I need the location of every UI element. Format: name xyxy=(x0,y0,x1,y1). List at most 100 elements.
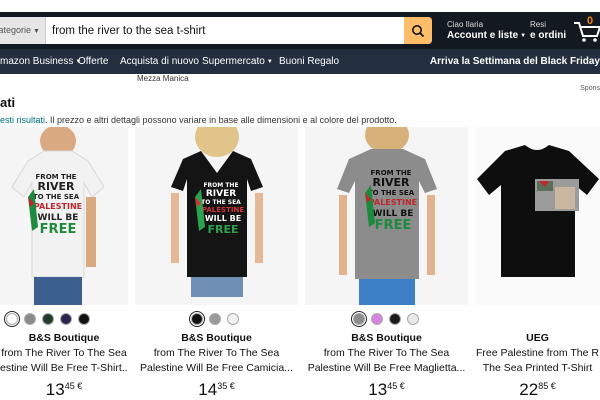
search-icon xyxy=(412,24,425,37)
nav-item-label: Supermercato xyxy=(202,56,265,67)
product-title-line2[interactable]: Palestine Will Be Free Maglietta... xyxy=(305,362,468,374)
product-image[interactable]: FROM THE RIVER TO THE SEA PALESTINE WILL… xyxy=(135,127,298,305)
product-title[interactable]: Free Palestine from The R xyxy=(475,347,600,359)
product-card[interactable]: FROM THE RIVER TO THE SEA PALESTINE WILL… xyxy=(0,127,128,400)
color-swatch[interactable] xyxy=(24,313,36,325)
svg-text:TO THE SEA: TO THE SEA xyxy=(201,199,241,206)
top-header: categorie▼ Ciao Ilaria Account e liste▼ … xyxy=(0,0,600,49)
chevron-down-icon: ▼ xyxy=(266,59,273,65)
color-swatch[interactable] xyxy=(209,313,221,325)
sponsored-label: Spons xyxy=(580,85,600,92)
account-menu[interactable]: Ciao Ilaria Account e liste ▼ xyxy=(447,20,526,41)
results-help-text: . Il prezzo e altri dettagli possono var… xyxy=(45,115,397,125)
product-image[interactable] xyxy=(475,127,600,305)
tshirt-model-image: FROM THE RIVER TO THE SEA PALESTINE WILL… xyxy=(0,127,128,305)
tshirt-flat-image xyxy=(475,127,600,305)
svg-text:TO THE SEA: TO THE SEA xyxy=(368,189,415,197)
nav-bar: mazon Business ▼ Offerte Acquista di nuov… xyxy=(0,49,600,74)
returns-orders-link[interactable]: Resi e ordini xyxy=(530,20,566,41)
color-swatches xyxy=(351,311,419,327)
color-swatch[interactable] xyxy=(4,311,20,327)
filter-subline[interactable]: Mezza Manica xyxy=(137,74,189,83)
tshirt-model-image: FROM THE RIVER TO THE SEA PALESTINE WILL… xyxy=(305,127,468,305)
search-input[interactable] xyxy=(46,17,404,44)
nav-item-acquista-di-nuovo[interactable]: Acquista di nuovo xyxy=(120,56,199,67)
price-whole: 14 xyxy=(198,380,218,399)
color-swatches xyxy=(4,311,90,327)
chevron-down-icon: ▼ xyxy=(33,28,40,35)
product-price: 1345 € xyxy=(305,380,468,400)
svg-text:TO THE SEA: TO THE SEA xyxy=(33,193,80,201)
svg-text:RIVER: RIVER xyxy=(37,180,75,193)
account-greeting: Ciao Ilaria xyxy=(447,20,484,29)
color-swatch[interactable] xyxy=(189,311,205,327)
product-price: 1435 € xyxy=(135,380,298,400)
product-title[interactable]: from The River To The Sea xyxy=(0,347,128,359)
price-whole: 13 xyxy=(368,380,388,399)
tshirt-model-image: FROM THE RIVER TO THE SEA PALESTINE WILL… xyxy=(135,127,298,305)
shirt-print: FROM THE RIVER TO THE SEA PALESTINE WILL… xyxy=(365,169,417,233)
svg-text:FREE: FREE xyxy=(40,222,77,237)
account-label: Account e liste xyxy=(447,30,519,41)
svg-text:WILL BE: WILL BE xyxy=(205,214,241,223)
svg-text:FREE: FREE xyxy=(207,223,238,236)
svg-text:FREE: FREE xyxy=(375,218,412,233)
product-brand[interactable]: B&S Boutique xyxy=(0,332,128,344)
product-brand[interactable]: UEG xyxy=(475,332,600,344)
price-cents: 45 € xyxy=(387,381,405,391)
svg-text:RIVER: RIVER xyxy=(372,176,410,189)
svg-text:RIVER: RIVER xyxy=(206,189,236,199)
price-cents: 85 € xyxy=(538,381,556,391)
product-card[interactable]: UEG Free Palestine from The R The Sea Pr… xyxy=(475,127,600,400)
promo-banner[interactable]: Arriva la Settimana del Black Friday xyxy=(430,56,600,67)
color-swatch[interactable] xyxy=(407,313,419,325)
product-image[interactable]: FROM THE RIVER TO THE SEA PALESTINE WILL… xyxy=(305,127,468,305)
product-title[interactable]: from The River To The Sea xyxy=(305,347,468,359)
product-title-line2[interactable]: estine Will Be Free T-Shirt... xyxy=(0,362,128,374)
nav-item-business[interactable]: mazon Business ▼ xyxy=(0,56,81,67)
search-button[interactable] xyxy=(404,17,432,44)
price-cents: 35 € xyxy=(217,381,235,391)
nav-item-offerte[interactable]: Offerte xyxy=(78,56,108,67)
nav-item-buoni-regalo[interactable]: Buoni Regalo xyxy=(279,56,339,67)
product-image[interactable]: FROM THE RIVER TO THE SEA PALESTINE WILL… xyxy=(0,127,128,305)
search-category-label: categorie xyxy=(0,25,32,35)
price-whole: 22 xyxy=(519,380,539,399)
product-brand[interactable]: B&S Boutique xyxy=(305,332,468,344)
svg-text:FROM THE: FROM THE xyxy=(203,182,238,189)
cart-count: 0 xyxy=(587,15,594,27)
results-help: esti risultati. Il prezzo e altri dettag… xyxy=(0,115,397,125)
color-swatches xyxy=(189,311,239,327)
product-price: 1345 € xyxy=(0,380,128,400)
browser-strip xyxy=(0,0,600,12)
product-title[interactable]: from The River To The Sea xyxy=(135,347,298,359)
cart-button[interactable]: 0 xyxy=(573,15,600,43)
product-title-line2[interactable]: Palestine Will Be Free Camicia... xyxy=(135,362,298,374)
nav-item-supermercato[interactable]: Supermercato ▼ xyxy=(202,56,273,67)
price-cents: 45 € xyxy=(64,381,83,391)
product-price: 2285 € xyxy=(475,380,600,400)
price-whole: 13 xyxy=(45,380,65,399)
chevron-down-icon: ▼ xyxy=(520,33,527,39)
svg-text:PALESTINE: PALESTINE xyxy=(369,198,417,207)
color-swatch[interactable] xyxy=(351,311,367,327)
search-bar: categorie▼ xyxy=(0,17,432,44)
orders-label: e ordini xyxy=(530,30,567,41)
nav-item-label: mazon Business xyxy=(0,56,74,67)
results-help-link[interactable]: esti risultati xyxy=(0,115,45,125)
color-swatch[interactable] xyxy=(371,313,383,325)
svg-text:PALESTINE: PALESTINE xyxy=(202,206,244,214)
product-brand[interactable]: B&S Boutique xyxy=(135,332,298,344)
color-swatch[interactable] xyxy=(227,313,239,325)
color-swatch[interactable] xyxy=(60,313,72,325)
svg-text:PALESTINE: PALESTINE xyxy=(34,202,82,211)
product-card[interactable]: FROM THE RIVER TO THE SEA PALESTINE WILL… xyxy=(135,127,298,400)
color-swatch[interactable] xyxy=(389,313,401,325)
color-swatch[interactable] xyxy=(78,313,90,325)
returns-label: Resi xyxy=(530,20,547,29)
product-title-line2[interactable]: The Sea Printed T-Shirt xyxy=(475,362,600,374)
search-category-select[interactable]: categorie▼ xyxy=(0,17,46,44)
results-heading: ati xyxy=(0,95,16,110)
color-swatch[interactable] xyxy=(42,313,54,325)
product-card[interactable]: FROM THE RIVER TO THE SEA PALESTINE WILL… xyxy=(305,127,468,400)
